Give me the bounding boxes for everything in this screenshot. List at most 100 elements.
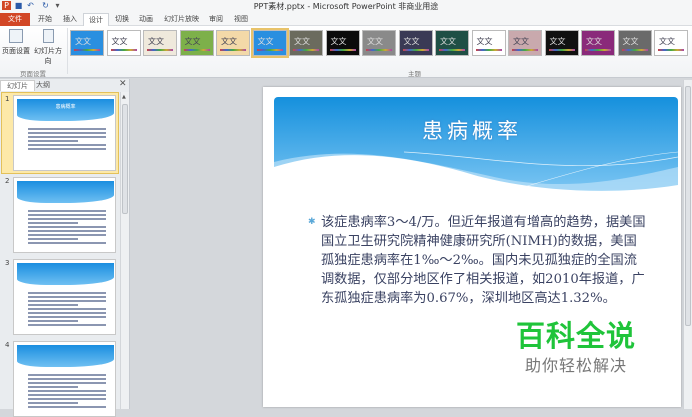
theme-gallery: 文文 文文 文文 文文 文文 文文 文文 文文 文文 文文 文文 文文 文文 文文 文文 文文 文文: [70, 26, 692, 66]
tab-review[interactable]: 审阅: [204, 13, 228, 26]
slide-orientation-button[interactable]: 幻灯片方向: [31, 29, 65, 66]
thumbnail-text-line: [28, 324, 106, 326]
thumbnail-text-line: [28, 402, 78, 404]
tab-design[interactable]: 设计: [83, 13, 109, 26]
theme-thumbnail[interactable]: 文文: [250, 28, 289, 58]
theme-color-strip: [548, 49, 575, 51]
theme-thumbnail[interactable]: 文文: [362, 30, 396, 56]
thumbnail-text-line: [28, 394, 106, 396]
scroll-up-icon[interactable]: ▲: [122, 94, 126, 100]
thumbnail-header: [17, 263, 114, 285]
theme-color-strip: [183, 49, 210, 51]
tab-outline[interactable]: 大纲: [30, 80, 56, 91]
theme-thumbnail[interactable]: 文文: [508, 30, 542, 56]
thumbnail-text-line: [28, 234, 106, 236]
theme-sample-text: 文文: [294, 37, 310, 46]
theme-sample-text: 文文: [148, 37, 164, 46]
theme-thumbnail[interactable]: 文文: [289, 30, 323, 56]
theme-color-strip: [475, 49, 502, 51]
ribbon-tabs: 文件 开始 插入 设计 切换 动画 幻灯片放映 审阅 视图: [0, 12, 692, 26]
theme-color-strip: [439, 49, 465, 51]
theme-color-strip: [402, 49, 429, 51]
theme-sample-text: 文文: [476, 37, 493, 46]
editor-scrollbar[interactable]: [683, 80, 692, 409]
slide-thumbnail[interactable]: [13, 259, 116, 335]
theme-thumbnail[interactable]: 文文: [581, 30, 615, 56]
thumbnail-text-line: [28, 148, 106, 150]
page-setup-group-label: 页面设置: [20, 70, 46, 78]
theme-sample-text: 文文: [221, 37, 237, 46]
theme-thumbnail[interactable]: 文文: [70, 30, 104, 56]
slide-orientation-label: 幻灯片方向: [34, 47, 62, 65]
page-setup-button[interactable]: 页面设置: [2, 29, 30, 56]
thumbnail-text-line: [28, 386, 78, 388]
thumbnail-text-line: [28, 304, 78, 306]
thumbnail-text-line: [28, 390, 106, 392]
group-divider: [67, 28, 68, 74]
theme-thumbnail[interactable]: 文文: [216, 30, 250, 56]
thumbnail-text-line: [28, 136, 106, 138]
theme-thumbnail[interactable]: 文文: [544, 30, 579, 56]
slides-panel-scrollbar[interactable]: ▲: [120, 92, 129, 409]
slide-thumbnail-list: 1 患病概率 2 3 4: [0, 92, 120, 417]
theme-sample-text: 文文: [549, 37, 566, 46]
slide-body-text[interactable]: 该症患病率3～4/万。但近年报道有增高的趋势，据美国国立卫生研究院精神健康研究所…: [321, 213, 646, 308]
tab-insert[interactable]: 插入: [58, 13, 82, 26]
theme-thumbnail[interactable]: 文文: [106, 30, 141, 56]
scrollbar-thumb[interactable]: [122, 104, 128, 214]
theme-sample-text: 文文: [257, 37, 274, 46]
theme-sample-text: 文文: [111, 37, 128, 46]
thumbnail-text-line: [28, 398, 106, 400]
theme-sample-text: 文文: [403, 37, 420, 46]
slide-orientation-icon: [42, 29, 54, 43]
slide-number: 4: [5, 341, 10, 349]
thumbnail-title: 患病概率: [55, 104, 76, 110]
theme-color-strip: [329, 49, 356, 51]
thumbnail-text-line: [28, 214, 106, 216]
theme-color-strip: [512, 49, 538, 51]
slide-thumbnail[interactable]: 患病概率: [13, 95, 116, 171]
thumbnail-text-line: [28, 378, 106, 380]
theme-sample-text: 文文: [440, 37, 456, 46]
theme-thumbnail[interactable]: 文文: [435, 30, 469, 56]
tab-view[interactable]: 视图: [229, 13, 253, 26]
tab-animations[interactable]: 动画: [134, 13, 158, 26]
theme-thumbnail[interactable]: 文文: [325, 30, 360, 56]
thumbnail-text-line: [28, 238, 78, 240]
slide-number: 2: [5, 177, 10, 185]
theme-thumbnail[interactable]: 文文: [398, 30, 433, 56]
slide-thumbnail[interactable]: [13, 177, 116, 253]
theme-color-strip: [220, 49, 246, 51]
theme-thumbnail[interactable]: 文文: [617, 30, 652, 56]
bullet-icon: ✱: [308, 217, 316, 227]
theme-thumbnail[interactable]: 文文: [179, 30, 214, 56]
tab-slideshow[interactable]: 幻灯片放映: [159, 13, 204, 26]
thumbnail-text-line: [28, 312, 106, 314]
thumbnail-text-line: [28, 132, 106, 134]
slide-number: 3: [5, 259, 10, 267]
slide-thumbnail[interactable]: [13, 341, 116, 417]
tab-home[interactable]: 开始: [33, 13, 57, 26]
theme-thumbnail[interactable]: 文文: [654, 30, 688, 56]
watermark-slogan: 助你轻松解决: [525, 356, 628, 375]
slide-canvas[interactable]: 患病概率 ✱ 该症患病率3～4/万。但近年报道有增高的趋势，据美国国立卫生研究院…: [263, 87, 681, 407]
ribbon: 页面设置 幻灯片方向 页面设置 文文 文文 文文 文文 文文 文文 文文 文文 文文 文文 文文 文文…: [0, 26, 692, 78]
tab-file[interactable]: 文件: [0, 13, 30, 26]
thumbnail-text-line: [28, 308, 106, 310]
thumbnail-text-line: [28, 218, 106, 220]
theme-sample-text: 文文: [586, 37, 602, 46]
scrollbar-thumb[interactable]: [685, 86, 691, 326]
tab-transitions[interactable]: 切换: [110, 13, 134, 26]
close-icon[interactable]: ✕: [119, 79, 127, 89]
theme-thumbnail[interactable]: 文文: [471, 30, 506, 56]
theme-sample-text: 文文: [659, 37, 675, 46]
slide-title[interactable]: 患病概率: [263, 115, 681, 145]
theme-sample-text: 文文: [367, 37, 383, 46]
theme-thumbnail[interactable]: 文文: [143, 30, 177, 56]
title-bar: P ■ ↶ ↻ ▾ PPT素材.pptx - Microsoft PowerPo…: [0, 0, 692, 12]
theme-color-strip: [147, 49, 173, 51]
theme-sample-text: 文文: [75, 37, 91, 46]
theme-color-strip: [621, 49, 648, 51]
thumbnail-text-line: [28, 374, 106, 376]
thumbnail-text-line: [28, 222, 78, 224]
